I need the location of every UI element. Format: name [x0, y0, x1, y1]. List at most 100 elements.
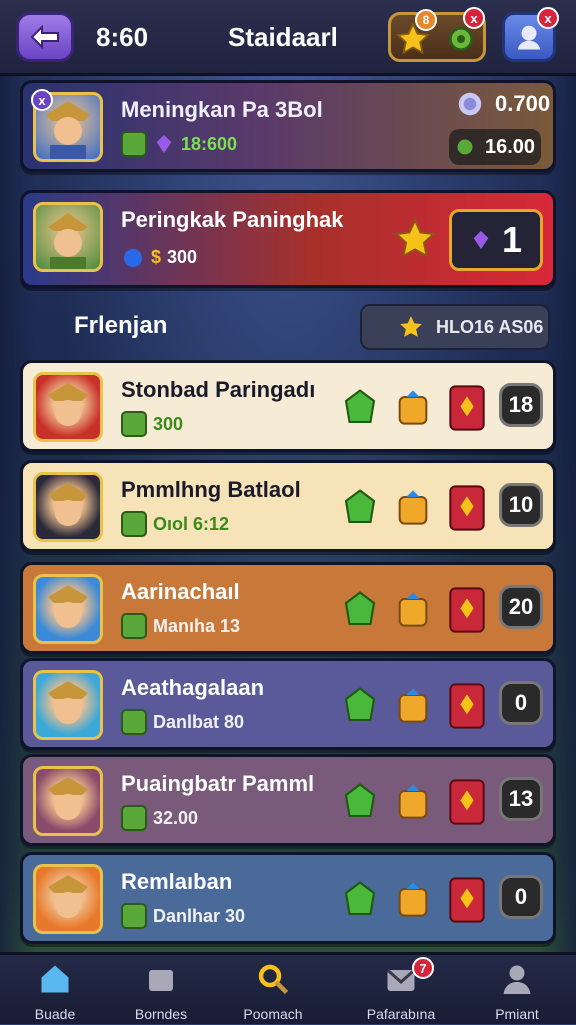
- row-name: Remlaıban: [121, 869, 233, 894]
- avatar: [33, 766, 103, 836]
- bottom-nav: Buade Borndes Poomach 7 Pafarabına Pmian…: [0, 952, 576, 1024]
- card-icon: [449, 877, 485, 923]
- avatar: [33, 202, 103, 272]
- check-icon: [121, 613, 147, 639]
- check-icon: [121, 805, 147, 831]
- row-sub: Oıol 6:12: [121, 511, 229, 537]
- card-icon: [449, 485, 485, 531]
- nav-label: Borndes: [134, 1006, 188, 1022]
- resource-count-badge: 8: [415, 9, 437, 31]
- nav-label: Poomach: [243, 1006, 303, 1022]
- filter-button[interactable]: HLO16 AS06: [360, 304, 550, 350]
- back-arrow-icon: [30, 25, 59, 49]
- mail-count-badge: 7: [412, 957, 434, 979]
- leaderboard-row[interactable]: Aarinachaıl Manıha 13 20: [20, 562, 556, 654]
- avatar: [33, 372, 103, 442]
- row-name: Peringkak Paninghak: [121, 207, 344, 232]
- green-gem-icon: [344, 783, 376, 818]
- row-name: Puaingbatr Pamml: [121, 771, 315, 796]
- green-gem-icon: [344, 591, 376, 626]
- leaderboard-row[interactable]: Remlaıban Danlhar 30 0: [20, 852, 556, 944]
- page-title: Staidaarl: [228, 22, 338, 52]
- row-name: Aarinachaıl: [121, 579, 240, 604]
- row-sub-value: 32.00: [153, 807, 199, 828]
- player-portrait-icon: [48, 585, 88, 628]
- check-icon: [121, 131, 147, 157]
- card-icon: [449, 683, 485, 729]
- player-portrait-icon: [48, 875, 88, 918]
- avatar: [33, 864, 103, 934]
- green-gem-icon: [344, 881, 376, 916]
- nav-item-search[interactable]: Poomach: [218, 961, 328, 1025]
- leaderboard-row[interactable]: Stonbad Paringadı 300 18: [20, 360, 556, 452]
- nav-item-profile[interactable]: Pmiant: [462, 961, 572, 1025]
- nav-label: Pmiant: [495, 1006, 539, 1022]
- back-button[interactable]: [16, 12, 74, 62]
- rank-value: 1: [501, 219, 523, 260]
- green-gem-icon: [344, 489, 376, 524]
- row-sub: Manıha 13: [121, 613, 240, 639]
- cards-icon: [149, 970, 173, 991]
- row-name: Stonbad Paringadı: [121, 377, 316, 402]
- row-name: Meningkan Pa 3Bol: [121, 97, 323, 122]
- leaderboard-row[interactable]: Peringkak Paninghak $ 300 1: [20, 190, 556, 288]
- row-sub: 300: [121, 411, 183, 437]
- row-sub-value: 300: [167, 246, 198, 267]
- avatar: [33, 472, 103, 542]
- player-portrait-icon: [48, 777, 88, 820]
- home-icon: [41, 965, 69, 993]
- row-sub-value: Oıol 6:12: [153, 513, 230, 534]
- top-bar: 8:60 Staidaarl 8 x x: [0, 0, 576, 76]
- search-icon: [258, 964, 289, 995]
- nav-item-cards[interactable]: Borndes: [106, 961, 216, 1025]
- nav-item-home[interactable]: Buade: [0, 961, 110, 1025]
- nav-item-mail[interactable]: 7 Pafarabına: [346, 957, 456, 1025]
- rank-badge: 10: [499, 483, 543, 527]
- leaderboard-row[interactable]: Aeathagalaan Danlbat 80 0: [20, 658, 556, 750]
- row-value-pill-text: 16.00: [484, 135, 536, 158]
- row-sub: 18:600: [121, 131, 237, 157]
- card-icon: [449, 779, 485, 825]
- row-name: Pmmlhng Batlaol: [121, 477, 301, 502]
- rank-badge: 0: [499, 681, 543, 725]
- profile-close-badge[interactable]: x: [537, 7, 559, 29]
- rank-badge: 13: [499, 777, 543, 821]
- leaderboard-row[interactable]: Puaingbatr Pamml 32.00 13: [20, 754, 556, 846]
- check-icon: [121, 709, 147, 735]
- row-tag-badge: x: [31, 89, 53, 111]
- potion-icon: [124, 249, 142, 267]
- green-gem-icon: [344, 389, 376, 424]
- row-sub-value: Manıha 13: [153, 615, 241, 636]
- cube-icon: [398, 592, 428, 627]
- row-sub: Danlhar 30: [121, 903, 245, 929]
- resource-close-badge[interactable]: x: [463, 7, 485, 29]
- star-icon: [394, 218, 436, 258]
- gem-icon: [473, 230, 489, 250]
- rank-badge: 18: [499, 383, 543, 427]
- coin-icon: [457, 139, 473, 155]
- section-label: Frlenjan: [74, 312, 168, 339]
- avatar: [33, 670, 103, 740]
- nav-label: Pafarabına: [366, 1006, 436, 1022]
- player-portrait-icon: [48, 483, 88, 526]
- clock-time: 8:60: [96, 22, 149, 52]
- row-sub: $ 300: [121, 245, 197, 269]
- row-top-value: 0.700: [495, 91, 551, 116]
- leaderboard-row[interactable]: Pmmlhng Batlaol Oıol 6:12 10: [20, 460, 556, 552]
- profile-icon: [503, 965, 531, 994]
- leaderboard-row[interactable]: x Meningkan Pa 3Bol 18:600 0.700 16.00: [20, 80, 556, 172]
- row-sub-value: 300: [153, 413, 184, 434]
- nav-label: Buade: [34, 1006, 76, 1022]
- cube-icon: [398, 784, 428, 819]
- row-name: Aeathagalaan: [121, 675, 265, 700]
- profile-button[interactable]: x: [502, 7, 559, 62]
- rank-badge: 0: [499, 875, 543, 919]
- row-sub: 32.00: [121, 805, 198, 831]
- cube-icon: [398, 688, 428, 723]
- crystal-icon: [458, 92, 482, 116]
- check-icon: [121, 903, 147, 929]
- resources-button[interactable]: 8 x: [388, 7, 486, 62]
- row-sub-value: 18:600: [181, 133, 238, 154]
- check-icon: [121, 511, 147, 537]
- star-icon: [400, 316, 422, 337]
